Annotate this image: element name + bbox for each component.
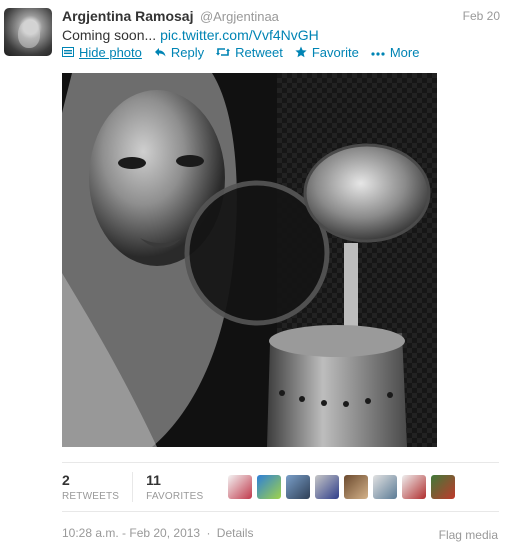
tweet-timestamp[interactable]: 10:28 a.m. - Feb 20, 2013 — [62, 526, 200, 540]
reply-button[interactable]: Reply — [154, 45, 204, 60]
hide-photo-button[interactable]: Hide photo — [62, 45, 142, 60]
avatar-thumb[interactable] — [286, 475, 311, 499]
fullname[interactable]: Argjentina Ramosaj — [62, 8, 193, 24]
favorites-count: 11 — [146, 472, 161, 488]
avatar-thumb[interactable] — [257, 475, 282, 499]
favorite-label: Favorite — [311, 45, 359, 60]
tweet-stats: 2 RETWEETS 11 FAVORITES — [62, 462, 499, 512]
retweets-label: RETWEETS — [62, 491, 120, 502]
media-link[interactable]: pic.twitter.com/Vvf4NvGH — [160, 27, 319, 43]
more-label: More — [389, 45, 420, 60]
tweet-text: Coming soon... pic.twitter.com/Vvf4NvGH — [62, 27, 319, 43]
hide-photo-label: Hide photo — [79, 45, 142, 60]
username[interactable]: @Argjentinaa — [200, 9, 279, 24]
flag-media-link[interactable]: Flag media — [439, 528, 498, 542]
details-link[interactable]: Details — [217, 526, 254, 540]
avatar-thumb[interactable] — [344, 475, 369, 499]
photo-image — [62, 73, 437, 447]
retweet-button[interactable]: Retweet — [216, 45, 283, 60]
tweet-actions: Hide photo Reply Retweet Favorite More — [62, 45, 431, 60]
avatar-thumb[interactable] — [402, 475, 427, 499]
tweet-text-body: Coming soon... — [62, 27, 157, 43]
star-icon — [295, 46, 307, 60]
reply-arrow-icon — [154, 47, 166, 59]
tweet-meta: 10:28 a.m. - Feb 20, 2013 · Details — [62, 526, 253, 540]
favorite-button[interactable]: Favorite — [295, 45, 359, 60]
retweet-label: Retweet — [235, 45, 283, 60]
avatar-row — [228, 475, 460, 499]
retweets-count: 2 — [62, 472, 70, 488]
tweet-header: Argjentina Ramosaj @Argjentinaa Feb 20 — [62, 8, 500, 28]
avatar-thumb[interactable] — [315, 475, 340, 499]
ellipsis-icon — [371, 47, 385, 59]
tweet-photo[interactable] — [62, 73, 437, 447]
tweet-date[interactable]: Feb 20 — [463, 9, 500, 23]
favorites-stat[interactable]: 11 FAVORITES — [132, 472, 216, 502]
avatar-thumb[interactable] — [373, 475, 398, 499]
photo-icon — [62, 46, 74, 59]
retweets-stat[interactable]: 2 RETWEETS — [62, 472, 132, 502]
avatar-thumb[interactable] — [228, 475, 253, 499]
favorites-label: FAVORITES — [146, 491, 204, 502]
avatar-thumb[interactable] — [431, 475, 456, 499]
meta-separator: · — [206, 526, 211, 540]
retweet-icon — [216, 47, 231, 59]
more-button[interactable]: More — [371, 45, 420, 60]
avatar[interactable] — [4, 8, 52, 56]
reply-label: Reply — [170, 45, 205, 60]
